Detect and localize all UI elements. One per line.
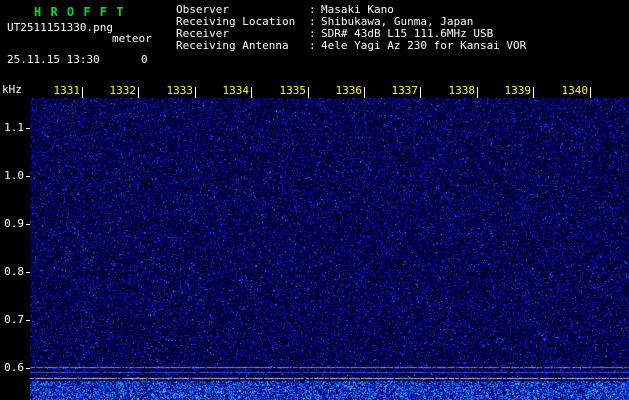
- x-tick-mark: [138, 87, 139, 98]
- spectrogram-canvas: [30, 98, 629, 400]
- x-tick-label: 1333: [151, 84, 193, 97]
- x-tick-label: 1331: [38, 84, 80, 97]
- hrofft-screen: H R O F F T UT2511151330.png meteor 25.1…: [0, 0, 629, 400]
- info-row-antenna: Receiving Antenna:4ele Yagi Az 230 for K…: [176, 40, 526, 52]
- y-tick-label: 0.7: [0, 313, 24, 326]
- output-filename: UT2511151330.png: [7, 21, 113, 34]
- x-tick-mark: [420, 87, 421, 98]
- x-tick-mark: [477, 87, 478, 98]
- timestamp: 25.11.15 13:30: [7, 53, 100, 66]
- x-tick-mark: [364, 87, 365, 98]
- y-tick-label: 0.8: [0, 265, 24, 278]
- y-tick-label: 0.9: [0, 217, 24, 230]
- x-tick-label: 1335: [264, 84, 306, 97]
- x-tick-label: 1339: [489, 84, 531, 97]
- station-label: meteor: [112, 32, 152, 45]
- y-tick-label: 1.0: [0, 169, 24, 182]
- x-tick-label: 1336: [320, 84, 362, 97]
- y-tick-label: 1.1: [0, 121, 24, 134]
- echo-count: 0: [141, 53, 148, 66]
- x-tick-mark: [251, 87, 252, 98]
- x-tick-label: 1337: [376, 84, 418, 97]
- x-tick-mark: [533, 87, 534, 98]
- x-tick-mark: [590, 87, 591, 98]
- x-tick-mark: [82, 87, 83, 98]
- app-title: H R O F F T: [34, 5, 124, 19]
- x-tick-mark: [195, 87, 196, 98]
- y-tick-label: 0.6: [0, 361, 24, 374]
- x-tick-label: 1332: [94, 84, 136, 97]
- x-tick-label: 1334: [207, 84, 249, 97]
- observer-info-block: Observer: Masaki Kano Receiving Location:…: [176, 4, 526, 52]
- x-tick-label: 1340: [546, 84, 588, 97]
- x-tick-label: 1338: [433, 84, 475, 97]
- info-label: Receiving Antenna: [176, 40, 309, 52]
- info-colon: :: [309, 40, 321, 52]
- x-tick-mark: [308, 87, 309, 98]
- y-axis-unit-label: kHz: [2, 83, 22, 96]
- info-value: 4ele Yagi Az 230 for Kansai VOR: [321, 39, 526, 52]
